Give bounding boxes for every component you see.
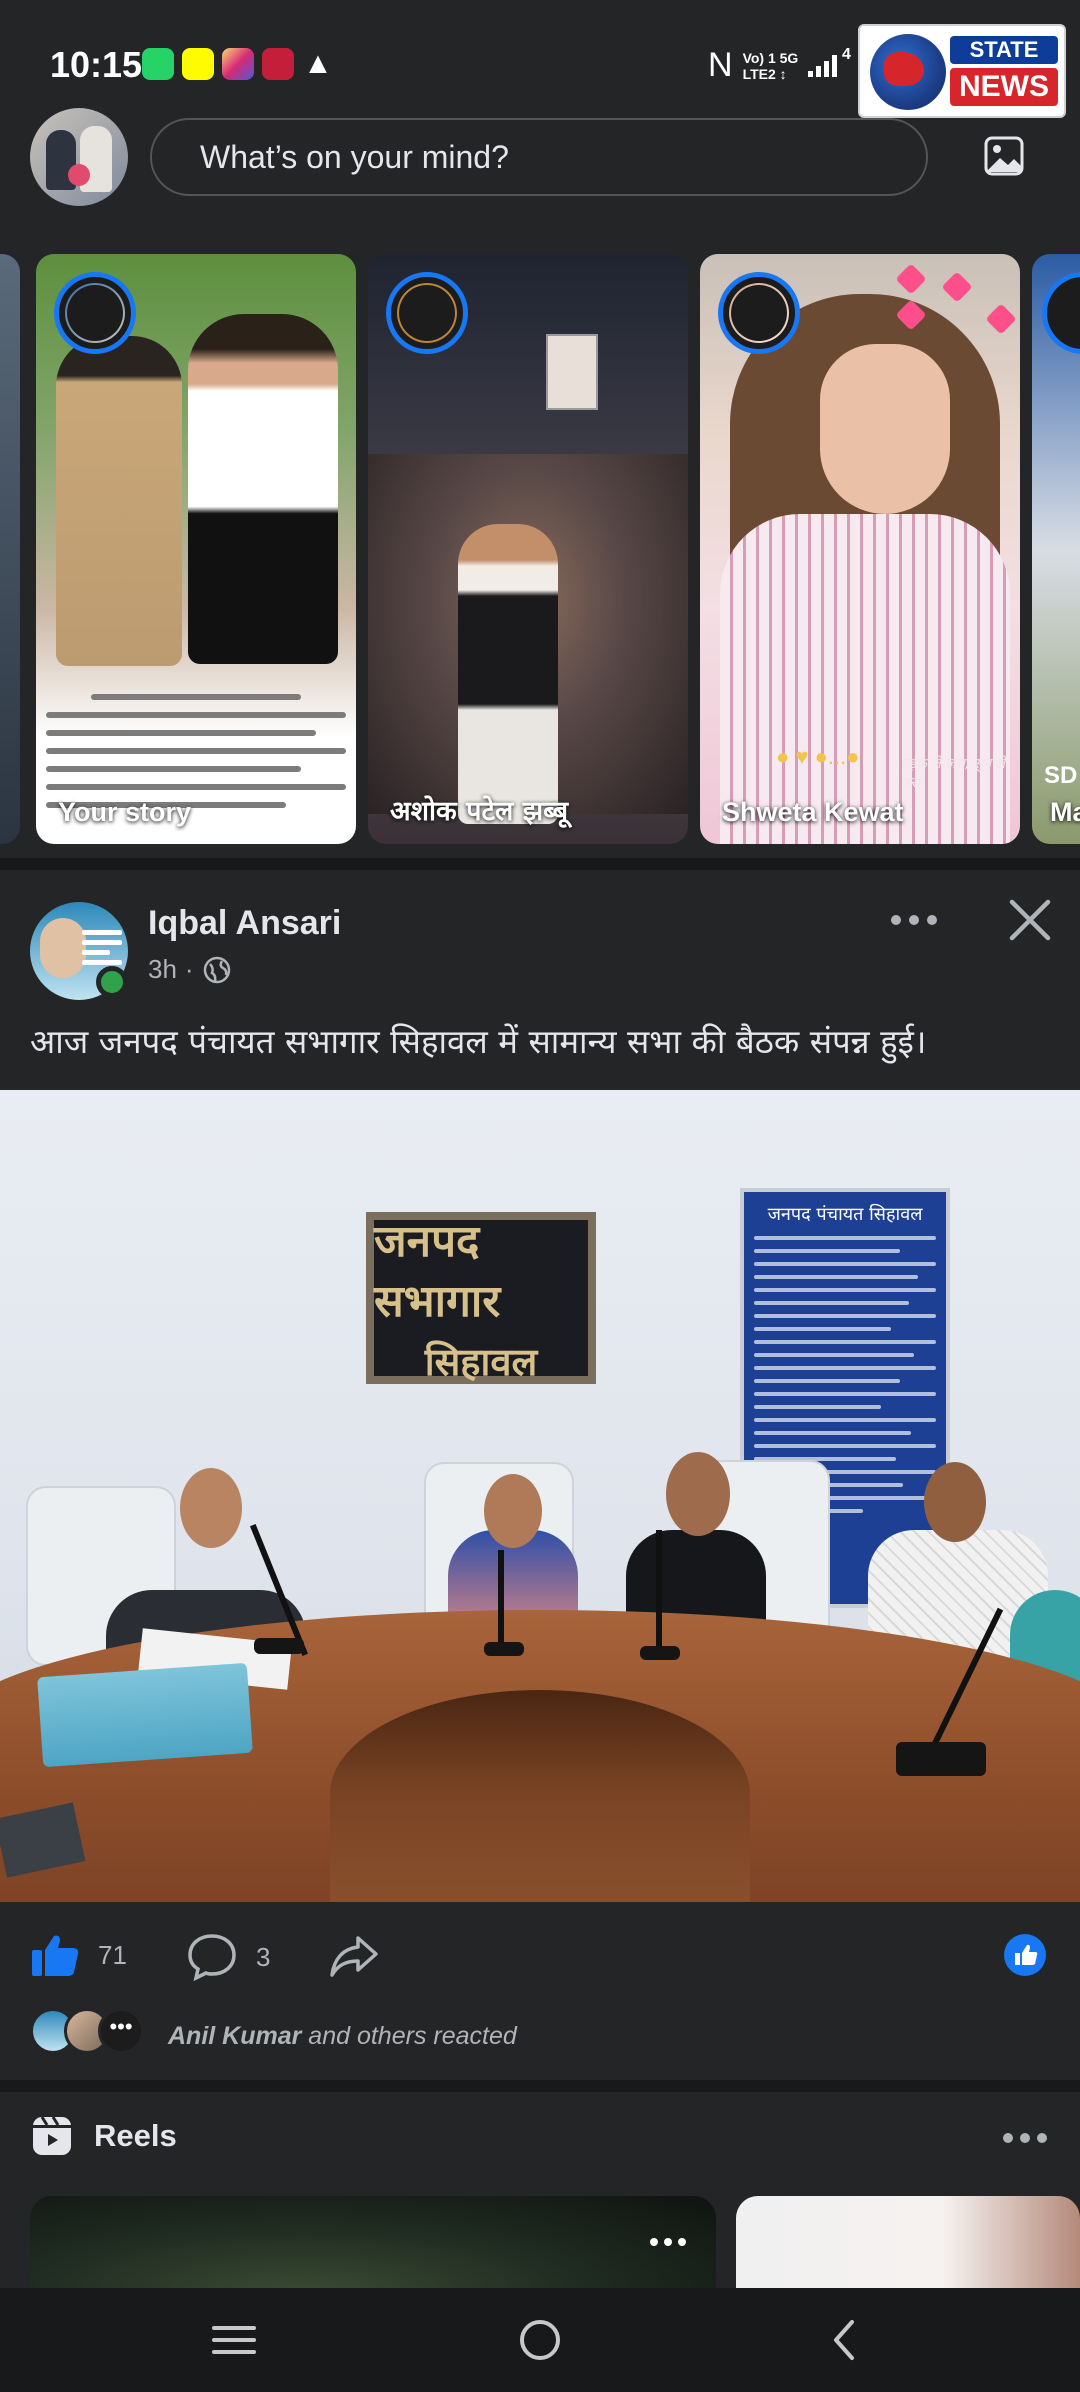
post-time[interactable]: 3h [148, 954, 177, 985]
globe-icon [203, 956, 230, 983]
nfc-icon: N [708, 46, 733, 84]
back-icon[interactable] [816, 2310, 876, 2370]
avatar[interactable] [30, 108, 128, 206]
section-divider [0, 2080, 1080, 2092]
system-navigation-bar [0, 2288, 1080, 2392]
logo-word-news: NEWS [950, 68, 1058, 106]
close-icon[interactable] [1006, 896, 1054, 944]
recent-apps-icon[interactable] [204, 2310, 264, 2370]
status-extra: 4 [842, 46, 851, 63]
like-button[interactable]: 71 [30, 1932, 127, 1978]
signal-icon [808, 54, 838, 77]
post-author-name[interactable]: Iqbal Ansari [148, 904, 341, 943]
story-name: Ma [1050, 797, 1080, 827]
post-text: आज जनपद पंचायत सभागार सिहावल में सामान्य… [30, 1022, 927, 1061]
heart-icon [985, 303, 1017, 335]
hall-name-board: जनपद सभागार सिहावल [366, 1212, 596, 1384]
reels-title: Reels [94, 2118, 177, 2153]
reels-icon [33, 2116, 71, 2155]
story-avatar [386, 272, 468, 354]
comment-button[interactable]: 3 [186, 1932, 270, 1982]
story-avatar [54, 272, 136, 354]
share-icon [330, 1936, 378, 1977]
story-card[interactable]: अशोक पटेल झब्बू [368, 254, 688, 844]
network-indicator: Vo) 1 5G LTE2 ↕ [743, 50, 799, 82]
post-meta: 3h · [148, 954, 232, 985]
globe-icon [870, 34, 946, 110]
story-card-your-story[interactable]: Your story [36, 254, 356, 844]
snapchat-icon [182, 48, 214, 80]
board2-title: जनपद पंचायत सिहावल [767, 1204, 923, 1225]
board-line1: जनपद सभागार [374, 1216, 501, 1327]
post-photo[interactable]: जनपद सभागार सिहावल जनपद पंचायत सिहावल [0, 1090, 1080, 1902]
whatsapp-icon [142, 48, 174, 80]
network-line1: Vo) 1 5G [742, 49, 799, 66]
state-news-logo: STATE NEWS [858, 24, 1066, 118]
story-tag: SD [1044, 762, 1078, 789]
story-name: Shweta Kewat [722, 797, 904, 827]
home-icon[interactable] [510, 2310, 570, 2370]
network-line2: LTE2 ↕ [742, 65, 787, 82]
more-options-icon[interactable] [648, 2236, 688, 2248]
logo-word-state: STATE [950, 36, 1058, 64]
more-options-icon[interactable] [1000, 2130, 1050, 2146]
reaction-suffix: and others reacted [301, 2022, 517, 2050]
system-icons: N Vo) 1 5G LTE2 ↕ [708, 46, 838, 85]
story-caption: धड़क ले जरा, सुन ले जरा [900, 756, 1006, 791]
section-divider [0, 858, 1080, 870]
reactor-avatars[interactable]: ••• [30, 2008, 144, 2054]
post-composer: What’s on your mind? [0, 108, 1080, 248]
reaction-like-icon[interactable] [1004, 1934, 1046, 1976]
reaction-summary[interactable]: Anil Kumar and others reacted [168, 2022, 517, 2051]
status-time: 10:15 [50, 44, 143, 85]
online-status-dot [96, 966, 128, 998]
reels-header: Reels [30, 2114, 177, 2158]
heart-icon [895, 263, 927, 295]
emoji-sticker: ● ♥ ●...● [776, 744, 860, 769]
share-button[interactable] [328, 1932, 380, 1980]
heart-icon [941, 271, 973, 303]
board-line2: सिहावल [424, 1340, 538, 1384]
more-options-icon[interactable] [888, 908, 940, 932]
comment-count: 3 [256, 1941, 271, 1972]
post-actions: 71 3 [0, 1902, 1080, 2010]
story-card[interactable] [0, 254, 20, 844]
photo-icon[interactable] [984, 132, 1024, 180]
notification-icons: ▲ [142, 48, 334, 80]
story-name: Your story [58, 797, 192, 827]
instagram-icon [222, 48, 254, 80]
whats-on-your-mind-input[interactable]: What’s on your mind? [150, 118, 928, 196]
more-reactors-icon: ••• [98, 2008, 144, 2054]
reactor-name: Anil Kumar [168, 2022, 302, 2050]
story-card[interactable]: ● ♥ ●...● धड़क ले जरा, सुन ले जरा Shweta… [700, 254, 1020, 844]
comment-icon [188, 1934, 236, 1982]
app-icon: ▲ [303, 47, 333, 80]
story-card[interactable]: SD Ma [1032, 254, 1080, 844]
story-avatar [1042, 272, 1080, 354]
stories-tray: Your story अशोक पटेल झब्बू ● ♥ ●...● धड़… [0, 254, 1080, 844]
story-name: अशोक पटेल झब्बू [390, 796, 569, 827]
thumbs-up-icon [32, 1935, 79, 1976]
like-count: 71 [98, 1939, 127, 1970]
app-icon [262, 48, 294, 80]
story-avatar [718, 272, 800, 354]
